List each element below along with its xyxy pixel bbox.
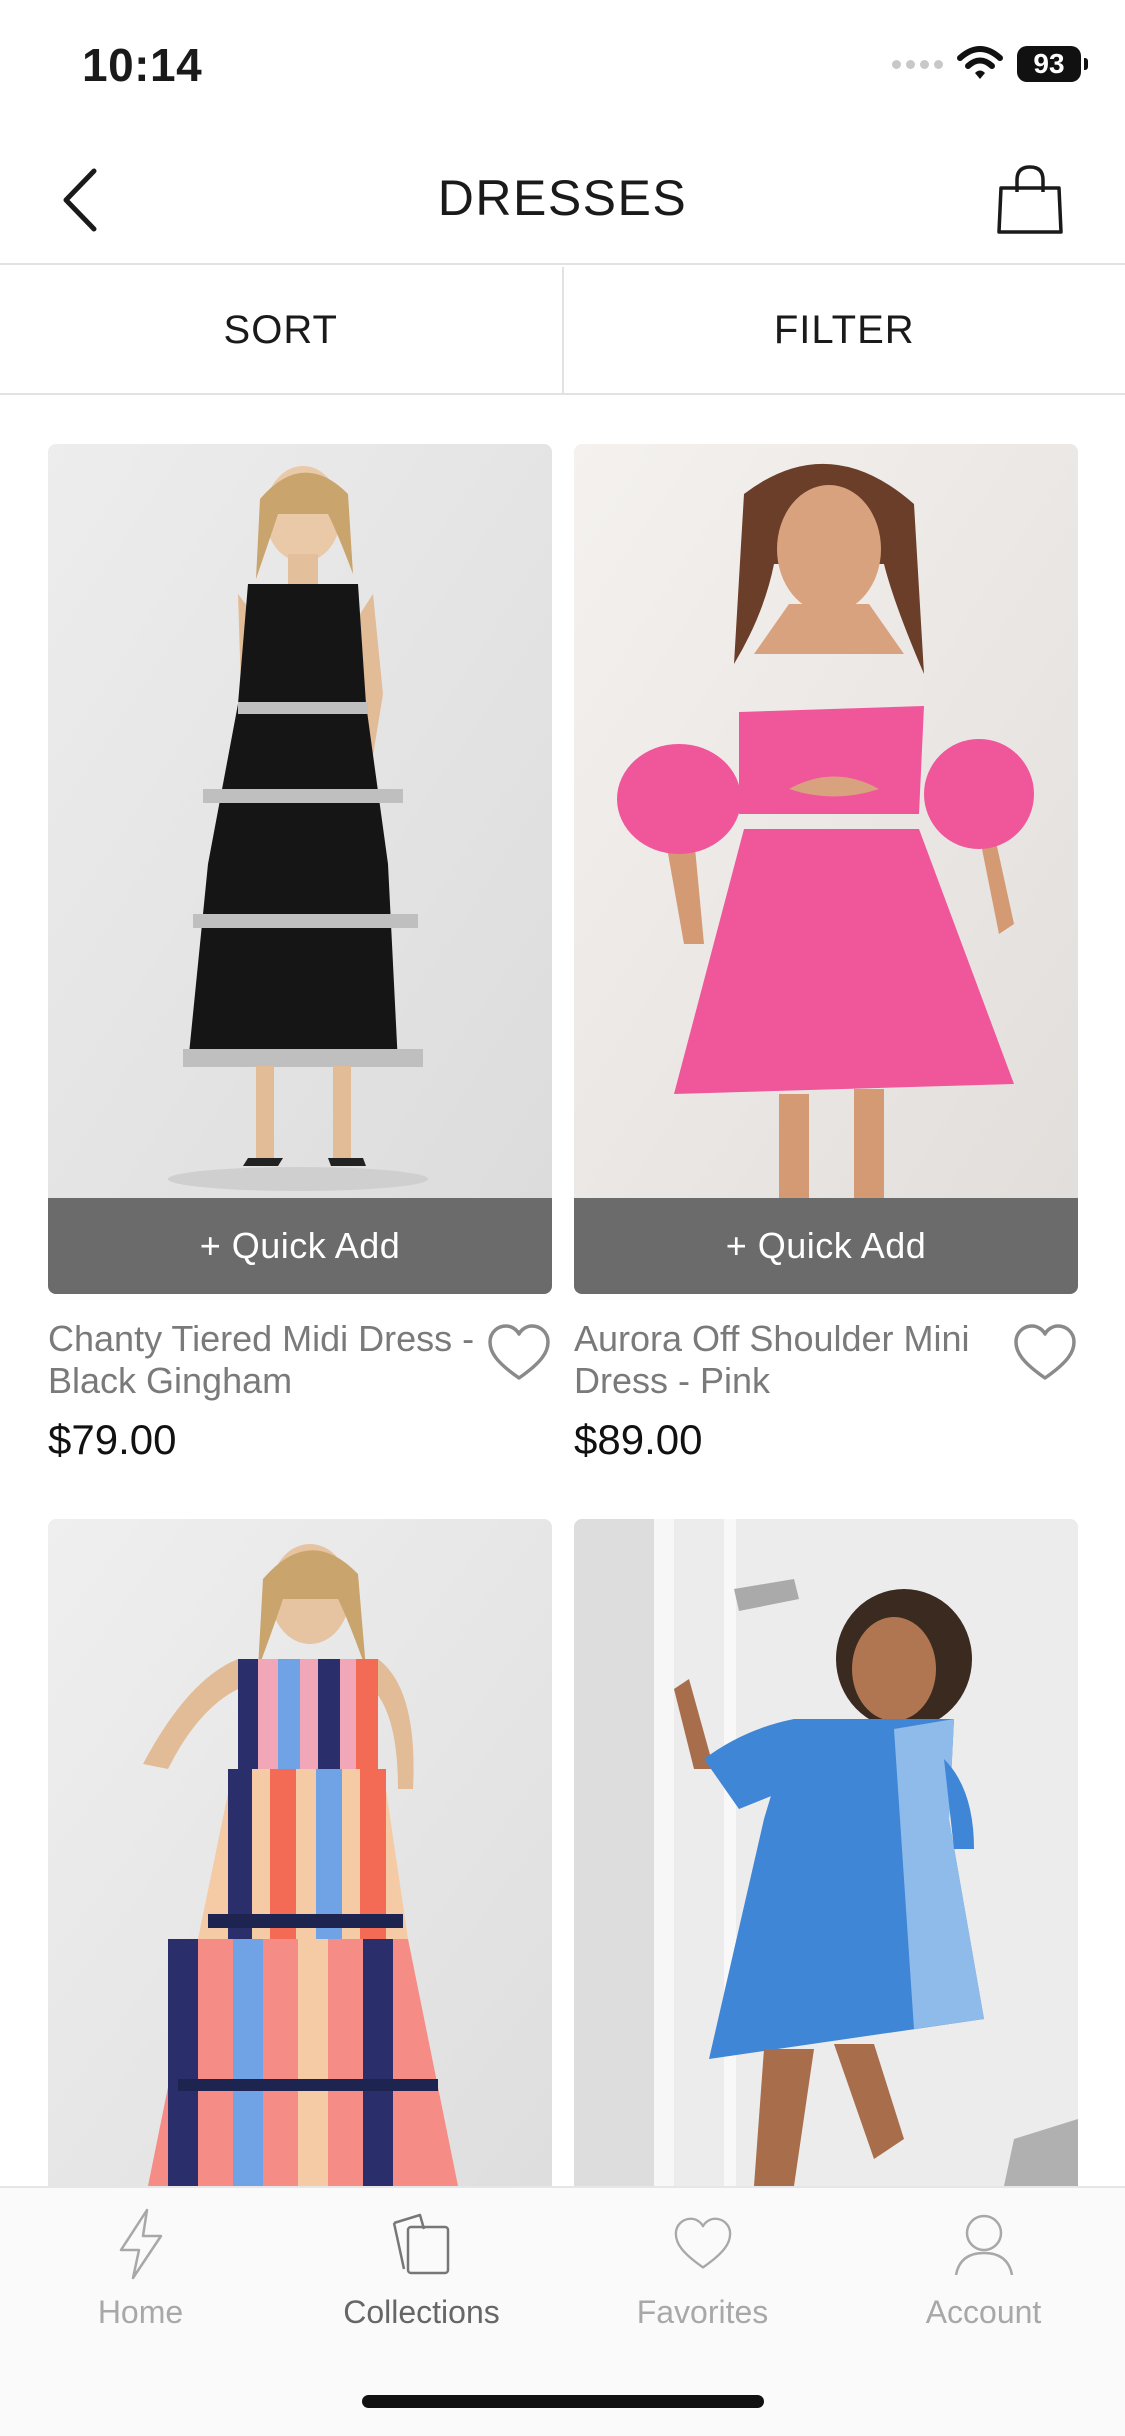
product-info: Aurora Off Shoulder Mini Dress - Pink $8…	[574, 1294, 1078, 1464]
product-card[interactable]	[48, 1519, 552, 2186]
status-bar: 10:14 93	[0, 0, 1125, 135]
product-name[interactable]: Chanty Tiered Midi Dress - Black Gingham	[48, 1318, 478, 1402]
nav-header: DRESSES	[0, 135, 1125, 265]
quick-add-button[interactable]: + Quick Add	[48, 1198, 552, 1294]
product-image[interactable]	[48, 444, 552, 1198]
tab-account[interactable]: Account	[843, 2208, 1124, 2331]
product-image[interactable]	[48, 1519, 552, 2186]
tab-collections[interactable]: Collections	[281, 2208, 562, 2331]
tab-home[interactable]: Home	[0, 2208, 281, 2331]
collections-icon	[386, 2208, 458, 2280]
heart-outline-icon[interactable]	[1012, 1322, 1078, 1384]
quick-add-button[interactable]: + Quick Add	[574, 1198, 1078, 1294]
shopping-bag-icon	[997, 165, 1063, 234]
home-indicator[interactable]	[362, 2395, 764, 2408]
tab-label: Favorites	[636, 2294, 769, 2330]
product-card[interactable]	[574, 1519, 1078, 2186]
tab-label: Collections	[343, 2294, 500, 2330]
tab-label: Account	[925, 2294, 1042, 2330]
product-name[interactable]: Aurora Off Shoulder Mini Dress - Pink	[574, 1318, 1004, 1402]
heart-icon	[667, 2208, 739, 2280]
black-gingham-dress-photo	[48, 444, 552, 1198]
striped-dress-photo	[48, 1519, 552, 2186]
product-image[interactable]	[574, 1519, 1078, 2186]
wifi-icon	[957, 46, 1003, 79]
sort-filter-bar: SORT FILTER	[0, 267, 1125, 395]
product-info: Chanty Tiered Midi Dress - Black Gingham…	[48, 1294, 552, 1464]
battery-level: 93	[1033, 48, 1065, 79]
cart-button[interactable]	[990, 157, 1070, 243]
status-time: 10:14	[82, 39, 203, 91]
product-card[interactable]: + Quick Add Aurora Off Shoulder Mini Dre…	[574, 444, 1078, 1464]
page-title: DRESSES	[437, 170, 688, 226]
product-card[interactable]: + Quick Add Chanty Tiered Midi Dress - B…	[48, 444, 552, 1464]
pink-dress-photo	[574, 444, 1078, 1198]
tab-favorites[interactable]: Favorites	[562, 2208, 843, 2331]
filter-button[interactable]: FILTER	[564, 267, 1125, 393]
product-image[interactable]	[574, 444, 1078, 1198]
status-icons: 93	[892, 46, 1088, 82]
heart-outline-icon[interactable]	[486, 1322, 552, 1384]
product-price: $89.00	[574, 1416, 703, 1463]
product-price: $79.00	[48, 1416, 177, 1463]
signal-icon	[892, 59, 943, 69]
user-icon	[948, 2208, 1020, 2280]
sort-button[interactable]: SORT	[0, 267, 564, 393]
battery-icon: 93	[1017, 46, 1088, 82]
lightning-icon	[105, 2208, 177, 2280]
blue-shirt-dress-photo	[574, 1519, 1078, 2186]
tab-label: Home	[97, 2294, 184, 2330]
